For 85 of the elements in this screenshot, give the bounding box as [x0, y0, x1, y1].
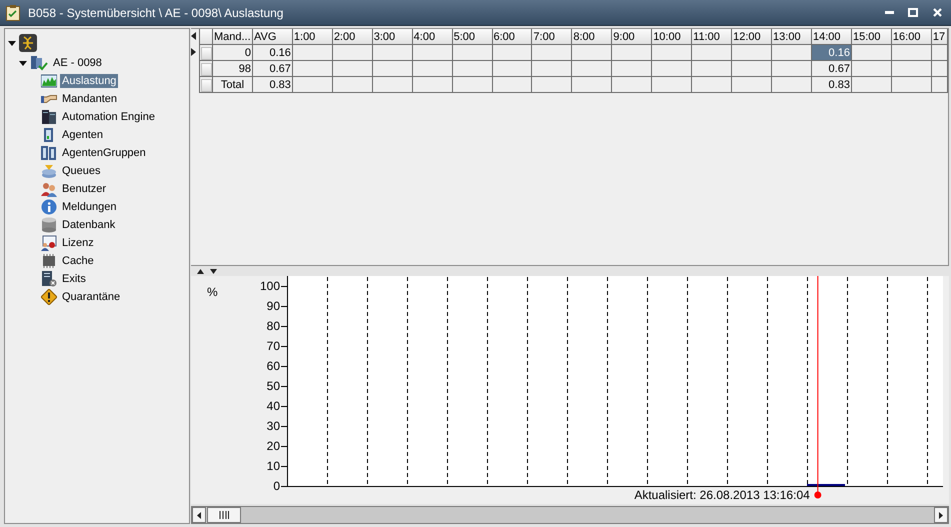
column-header[interactable]: 3:00 [372, 29, 412, 44]
clipboard-icon [6, 4, 20, 20]
horizontal-scrollbar[interactable] [191, 506, 949, 524]
tick-label: 0 [273, 479, 280, 493]
column-header[interactable]: 10:00 [652, 29, 692, 44]
column-header[interactable]: 11:00 [692, 29, 732, 44]
tick-label: 30 [266, 419, 280, 433]
table-cell: 0 [212, 44, 252, 60]
tick-label: 100 [260, 279, 280, 293]
table-cell: 98 [212, 60, 252, 76]
column-header[interactable]: 1:00 [292, 29, 332, 44]
tree-item[interactable]: Lizenz [60, 236, 96, 250]
table-cell: 0.16 [812, 44, 852, 60]
table-cell: 0.83 [252, 76, 292, 92]
servers-icon [41, 145, 57, 161]
tree-item[interactable]: Auslastung [60, 74, 118, 88]
chart-icon [41, 73, 57, 89]
table-cell: Total [212, 76, 252, 92]
tree-item[interactable]: Meldungen [60, 200, 118, 214]
column-header[interactable]: 15:00 [851, 29, 892, 44]
collapse-down-icon[interactable] [210, 268, 217, 274]
table-cell: 0.83 [812, 76, 852, 92]
window-title: B058 - Systemübersicht \ AE - 0098\ Auslastung [28, 6, 284, 20]
column-header[interactable]: 8:00 [572, 29, 612, 44]
tick-label: 80 [266, 319, 280, 333]
close-icon [932, 8, 942, 17]
column-header[interactable]: Mand... [212, 29, 252, 44]
minimize-icon [884, 11, 894, 14]
tick-label: 20 [266, 439, 280, 453]
database-icon [41, 217, 57, 233]
server-check-icon [30, 55, 48, 71]
column-header[interactable]: AVG [252, 29, 292, 44]
tree-item[interactable]: Automation Engine [60, 110, 157, 124]
server-icon [41, 271, 57, 287]
tick-label: 90 [266, 299, 280, 313]
tick-label: 50 [266, 379, 280, 393]
tick-label: 10 [266, 459, 280, 473]
tree-item[interactable]: Cache [60, 254, 96, 268]
tick-label: 40 [266, 399, 280, 413]
maximize-icon [908, 8, 918, 17]
column-header[interactable]: 17 [931, 29, 948, 44]
tree-item[interactable]: Quarantäne [60, 290, 122, 304]
column-header[interactable]: 4:00 [412, 29, 452, 44]
grip-icon [219, 511, 229, 519]
stack-icon [41, 163, 57, 179]
column-header[interactable]: 5:00 [452, 29, 492, 44]
column-header[interactable]: 14:00 [812, 29, 852, 44]
tree-item[interactable]: Benutzer [60, 182, 108, 196]
tree-item[interactable]: Datenbank [60, 218, 118, 232]
scroll-left-button[interactable] [192, 507, 206, 523]
tick-label: 70 [266, 339, 280, 353]
tick-label: 60 [266, 359, 280, 373]
caret-icon [197, 512, 201, 518]
column-header[interactable]: 6:00 [492, 29, 532, 44]
tree-item[interactable]: Mandanten [60, 92, 120, 106]
info-icon [41, 199, 57, 215]
chip-icon [41, 253, 57, 269]
column-header[interactable]: 13:00 [772, 29, 812, 44]
users-icon [41, 181, 57, 197]
hand-icon [41, 95, 57, 103]
tree-item[interactable]: AgentenGruppen [60, 146, 148, 160]
updated-timestamp: Aktualisiert: 26.08.2013 13:16:04 [634, 488, 810, 502]
tree-item[interactable]: Queues [60, 164, 103, 178]
table-cell: 0.67 [252, 60, 292, 76]
column-header[interactable]: 16:00 [891, 29, 932, 44]
column-header[interactable]: 7:00 [532, 29, 572, 44]
tree-item[interactable]: Exits [60, 272, 88, 286]
collapse-up-icon[interactable] [197, 268, 204, 274]
column-header[interactable]: 9:00 [612, 29, 652, 44]
scroll-thumb[interactable] [207, 507, 241, 523]
server-icon [41, 109, 57, 125]
logo-icon [19, 34, 37, 52]
certificate-icon [41, 235, 57, 251]
scroll-right-button[interactable] [934, 507, 948, 523]
table-cell: 0.16 [252, 44, 292, 60]
tree-item[interactable]: Agenten [60, 128, 105, 142]
tree-item[interactable]: AE - 0098 [51, 56, 104, 70]
expander-icon[interactable] [19, 59, 27, 67]
axis-label: % [207, 285, 218, 299]
column-header[interactable]: 2:00 [332, 29, 372, 44]
expander-icon[interactable] [8, 39, 16, 47]
column-header[interactable]: 12:00 [732, 29, 772, 44]
warning-icon [41, 289, 57, 305]
caret-icon [939, 512, 943, 518]
table-cell: 0.67 [812, 60, 852, 76]
